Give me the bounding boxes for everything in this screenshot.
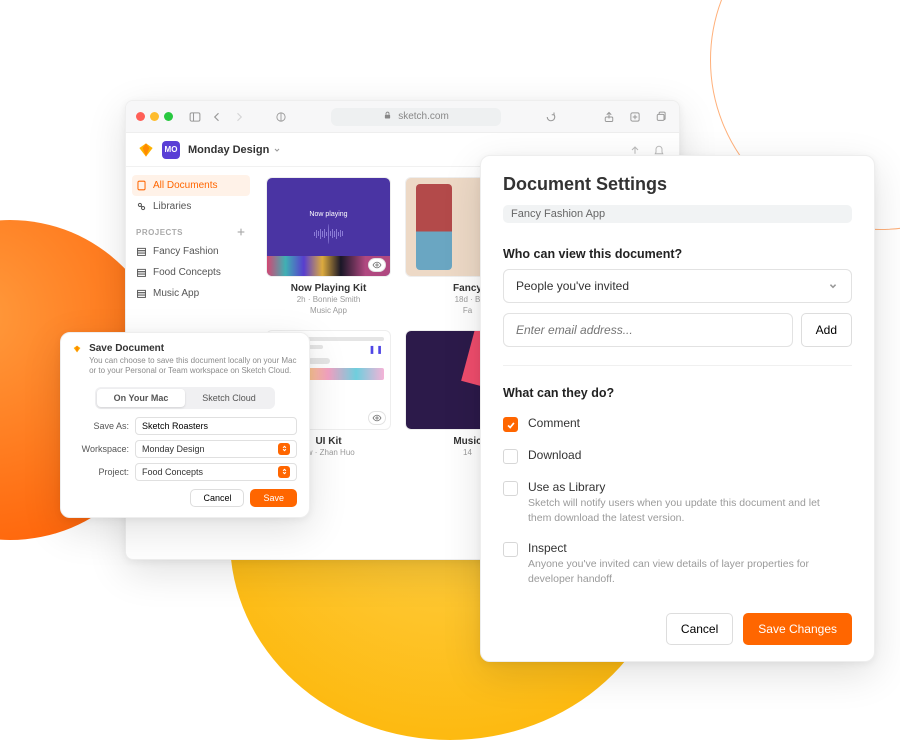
checkbox-icon <box>503 542 518 557</box>
segment-sketch-cloud[interactable]: Sketch Cloud <box>185 389 273 407</box>
play-icon <box>328 224 329 244</box>
now-playing-label: Now playing <box>309 211 347 218</box>
folder-icon <box>136 246 147 257</box>
sidebar-item-label: Libraries <box>153 201 191 212</box>
workspace-label: Workspace: <box>73 444 129 454</box>
divider <box>503 365 852 366</box>
permission-label: Download <box>528 448 581 462</box>
permission-hint: Sketch will notify users when you update… <box>528 496 838 525</box>
permission-label: Comment <box>528 416 580 430</box>
permission-hint: Anyone you've invited can view details o… <box>528 557 838 586</box>
chevron-updown-icon <box>278 466 290 478</box>
chevron-updown-icon <box>278 443 290 455</box>
sidebar-item-label: Music App <box>153 288 199 299</box>
minimize-dot[interactable] <box>150 112 159 121</box>
save-location-segment: On Your Mac Sketch Cloud <box>95 387 275 409</box>
permission-download[interactable]: Download <box>503 448 852 464</box>
permissions-heading: What can they do? <box>503 386 852 400</box>
chevron-down-icon <box>273 146 281 154</box>
view-access-heading: Who can view this document? <box>503 247 852 261</box>
document-name-tag: Fancy Fashion App <box>503 205 852 223</box>
document-project: Music App <box>266 305 391 316</box>
tabs-icon[interactable] <box>653 109 669 125</box>
pause-icon: ❚❚ <box>369 345 384 354</box>
shield-icon[interactable] <box>273 109 289 125</box>
folder-icon <box>136 288 147 299</box>
sketch-logo-icon <box>138 142 154 158</box>
save-as-label: Save As: <box>73 421 129 431</box>
folder-icon <box>136 267 147 278</box>
sidebar-item-label: All Documents <box>153 180 217 191</box>
segment-on-your-mac[interactable]: On Your Mac <box>97 389 185 407</box>
permission-inspect[interactable]: Inspect Anyone you've invited can view d… <box>503 541 852 586</box>
sidebar-toggle-icon[interactable] <box>187 109 203 125</box>
workspace-switcher[interactable]: Monday Design <box>188 144 281 156</box>
project-select[interactable]: Food Concepts <box>135 463 297 481</box>
preview-icon[interactable] <box>368 411 386 425</box>
workspace-select-value: Monday Design <box>142 444 205 454</box>
sidebar-item-fancy-fashion[interactable]: Fancy Fashion <box>126 241 256 262</box>
document-title: Now Playing Kit <box>266 283 391 294</box>
save-document-dialog: Save Document You can choose to save thi… <box>60 332 310 518</box>
sidebar-item-food-concepts[interactable]: Food Concepts <box>126 262 256 283</box>
document-meta: 2h · Bonnie Smith <box>266 294 391 305</box>
zoom-dot[interactable] <box>164 112 173 121</box>
cancel-button[interactable]: Cancel <box>666 613 733 645</box>
sidebar-item-label: Fancy Fashion <box>153 246 219 257</box>
project-select-value: Food Concepts <box>142 467 203 477</box>
nav-forward-icon[interactable] <box>231 109 247 125</box>
close-dot[interactable] <box>136 112 145 121</box>
dialog-description: You can choose to save this document loc… <box>89 356 297 377</box>
new-tab-icon[interactable] <box>627 109 643 125</box>
sidebar-item-all-documents[interactable]: All Documents <box>132 175 250 196</box>
sidebar-item-label: Food Concepts <box>153 267 221 278</box>
sidebar-item-music-app[interactable]: Music App <box>126 283 256 304</box>
add-project-icon[interactable] <box>236 227 246 237</box>
permission-use-as-library[interactable]: Use as Library Sketch will notify users … <box>503 480 852 525</box>
document-thumbnail: Now playing <box>266 177 391 277</box>
traffic-lights <box>136 112 173 121</box>
save-button[interactable]: Save <box>250 489 297 507</box>
document-card[interactable]: Now playing Now Playing Kit 2h · Bonnie … <box>266 177 391 316</box>
add-button[interactable]: Add <box>801 313 852 347</box>
lock-icon <box>383 111 392 123</box>
panel-title: Document Settings <box>503 174 852 195</box>
nav-back-icon[interactable] <box>209 109 225 125</box>
view-access-select[interactable]: People you've invited <box>503 269 852 303</box>
save-as-input[interactable] <box>135 417 297 435</box>
workspace-badge: MO <box>162 141 180 159</box>
preview-icon[interactable] <box>368 258 386 272</box>
window-toolbar: sketch.com <box>126 101 679 133</box>
document-settings-panel: Document Settings Fancy Fashion App Who … <box>480 155 875 662</box>
save-changes-button[interactable]: Save Changes <box>743 613 852 645</box>
waveform-icon <box>314 224 343 244</box>
checkbox-icon <box>503 449 518 464</box>
sidebar-item-libraries[interactable]: Libraries <box>126 196 256 217</box>
checkbox-icon <box>503 417 518 432</box>
project-label: Project: <box>73 467 129 477</box>
cancel-button[interactable]: Cancel <box>190 489 244 507</box>
sketch-logo-icon <box>73 345 81 361</box>
permission-comment[interactable]: Comment <box>503 416 852 432</box>
workspace-name: Monday Design <box>188 144 269 156</box>
permission-label: Use as Library <box>528 480 838 494</box>
invite-email-input[interactable] <box>503 313 793 347</box>
libraries-icon <box>136 201 147 212</box>
chevron-down-icon <box>827 280 839 292</box>
view-access-value: People you've invited <box>516 279 629 293</box>
document-icon <box>136 180 147 191</box>
address-url: sketch.com <box>398 111 449 122</box>
permission-label: Inspect <box>528 541 838 555</box>
share-icon[interactable] <box>601 109 617 125</box>
dialog-title: Save Document <box>89 343 297 354</box>
workspace-select[interactable]: Monday Design <box>135 440 297 458</box>
checkbox-icon <box>503 481 518 496</box>
address-bar[interactable]: sketch.com <box>331 108 501 126</box>
sidebar-projects-heading: PROJECTS <box>126 217 256 241</box>
